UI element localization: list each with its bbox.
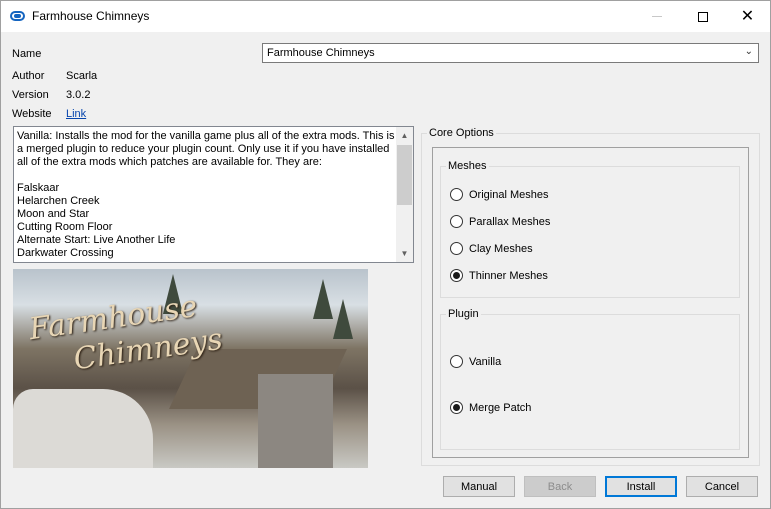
radio-clay-meshes[interactable]: Clay Meshes (450, 242, 533, 255)
back-button[interactable]: Back (524, 476, 596, 497)
maximize-icon (697, 11, 708, 22)
scroll-thumb[interactable] (397, 145, 412, 205)
close-icon: ✕ (740, 7, 755, 25)
radio-vanilla[interactable]: Vanilla (450, 355, 501, 368)
version-label: Version (12, 89, 49, 101)
radio-icon (450, 242, 463, 255)
radio-icon (450, 355, 463, 368)
radio-merge-patch[interactable]: Merge Patch (450, 401, 531, 414)
website-label: Website (12, 108, 52, 120)
name-select-value: Farmhouse Chimneys (267, 47, 375, 59)
author-label: Author (12, 70, 45, 82)
install-button[interactable]: Install (605, 476, 677, 497)
radio-parallax-meshes[interactable]: Parallax Meshes (450, 215, 550, 228)
meshes-title: Meshes (446, 160, 489, 172)
installer-window: Farmhouse Chimneys ✕ Name Farmhouse Chim… (0, 0, 771, 509)
manual-button[interactable]: Manual (443, 476, 515, 497)
website-link[interactable]: Link (66, 108, 86, 120)
minimize-button[interactable] (634, 1, 679, 32)
title-bar: Farmhouse Chimneys ✕ (1, 1, 770, 32)
radio-selected-icon (450, 401, 463, 414)
radio-icon (450, 215, 463, 228)
radio-selected-icon (450, 269, 463, 282)
plugin-group (440, 314, 740, 450)
description-box[interactable]: Vanilla: Installs the mod for the vanill… (13, 126, 414, 263)
scroll-down-icon[interactable]: ▼ (396, 245, 413, 262)
preview-image: Farmhouse Chimneys (13, 269, 368, 468)
cancel-button[interactable]: Cancel (686, 476, 758, 497)
scroll-up-icon[interactable]: ▲ (396, 127, 413, 144)
chevron-down-icon: ⌄ (744, 46, 753, 57)
close-button[interactable]: ✕ (725, 1, 770, 32)
plugin-title: Plugin (446, 308, 481, 320)
radio-thinner-meshes[interactable]: Thinner Meshes (450, 269, 548, 282)
description-text: Vanilla: Installs the mod for the vanill… (17, 130, 395, 259)
description-scrollbar[interactable]: ▲ ▼ (396, 127, 413, 262)
name-select[interactable]: Farmhouse Chimneys ⌄ (262, 43, 759, 63)
maximize-button[interactable] (680, 1, 725, 32)
window-title: Farmhouse Chimneys (32, 9, 150, 23)
radio-icon (450, 188, 463, 201)
version-value: 3.0.2 (66, 89, 91, 101)
app-icon (10, 11, 25, 21)
core-options-title: Core Options (427, 127, 496, 139)
author-value: Scarla (66, 70, 98, 82)
radio-original-meshes[interactable]: Original Meshes (450, 188, 548, 201)
minimize-icon (651, 16, 662, 17)
name-label: Name (12, 48, 42, 60)
